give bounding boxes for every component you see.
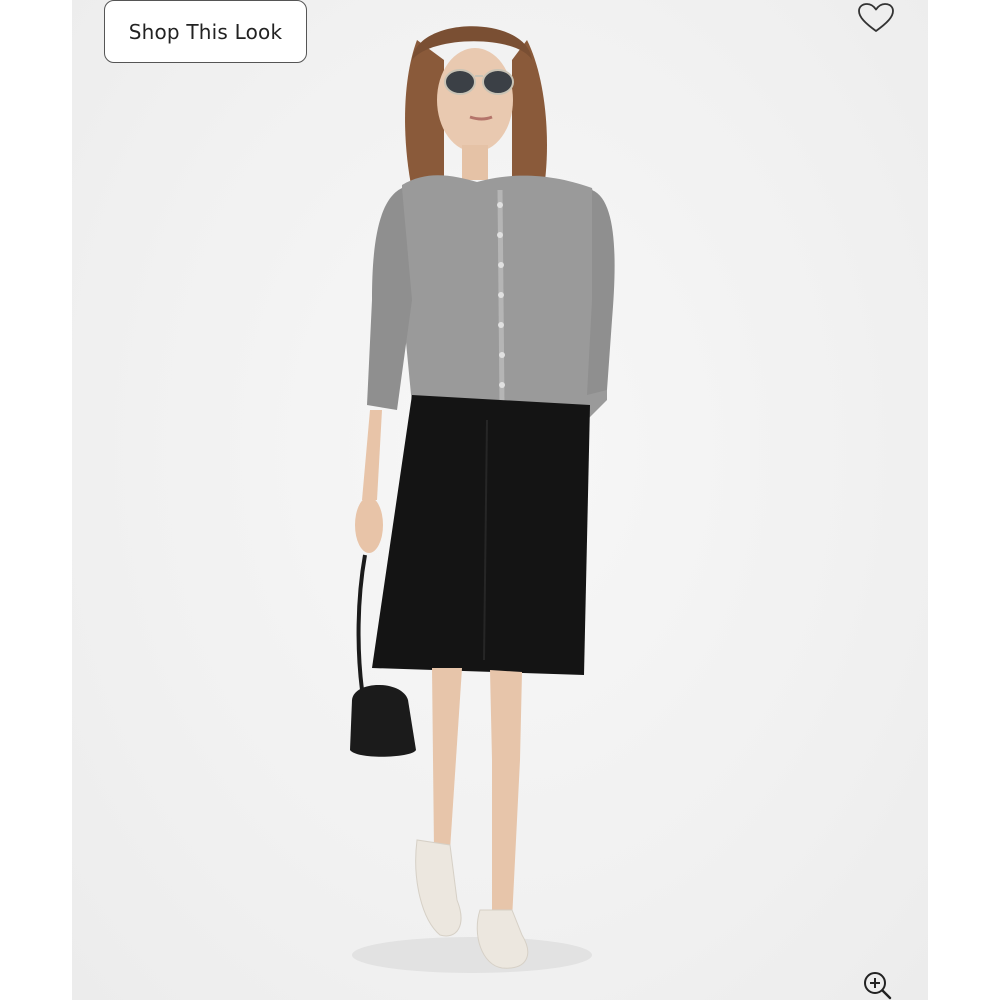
handbag-strap xyxy=(356,554,367,691)
favorite-button[interactable] xyxy=(854,0,898,36)
right-leg xyxy=(490,670,522,920)
face xyxy=(437,48,513,152)
heart-outline-icon xyxy=(858,3,894,32)
left-forearm xyxy=(362,410,382,500)
handbag xyxy=(350,685,416,757)
left-leg xyxy=(432,668,462,850)
shop-this-look-button[interactable]: Shop This Look xyxy=(104,0,307,63)
zoom-in-icon xyxy=(864,972,892,1000)
product-gallery: Shop This Look xyxy=(0,0,1000,1000)
zoom-button[interactable] xyxy=(860,968,894,1002)
neck xyxy=(462,145,488,180)
floor-shadow xyxy=(352,937,592,973)
product-photo[interactable] xyxy=(72,0,928,1000)
cardigan xyxy=(402,175,607,432)
skirt xyxy=(372,395,590,675)
left-hand xyxy=(355,497,383,553)
model-illustration xyxy=(350,26,615,973)
left-shoe xyxy=(415,839,462,937)
